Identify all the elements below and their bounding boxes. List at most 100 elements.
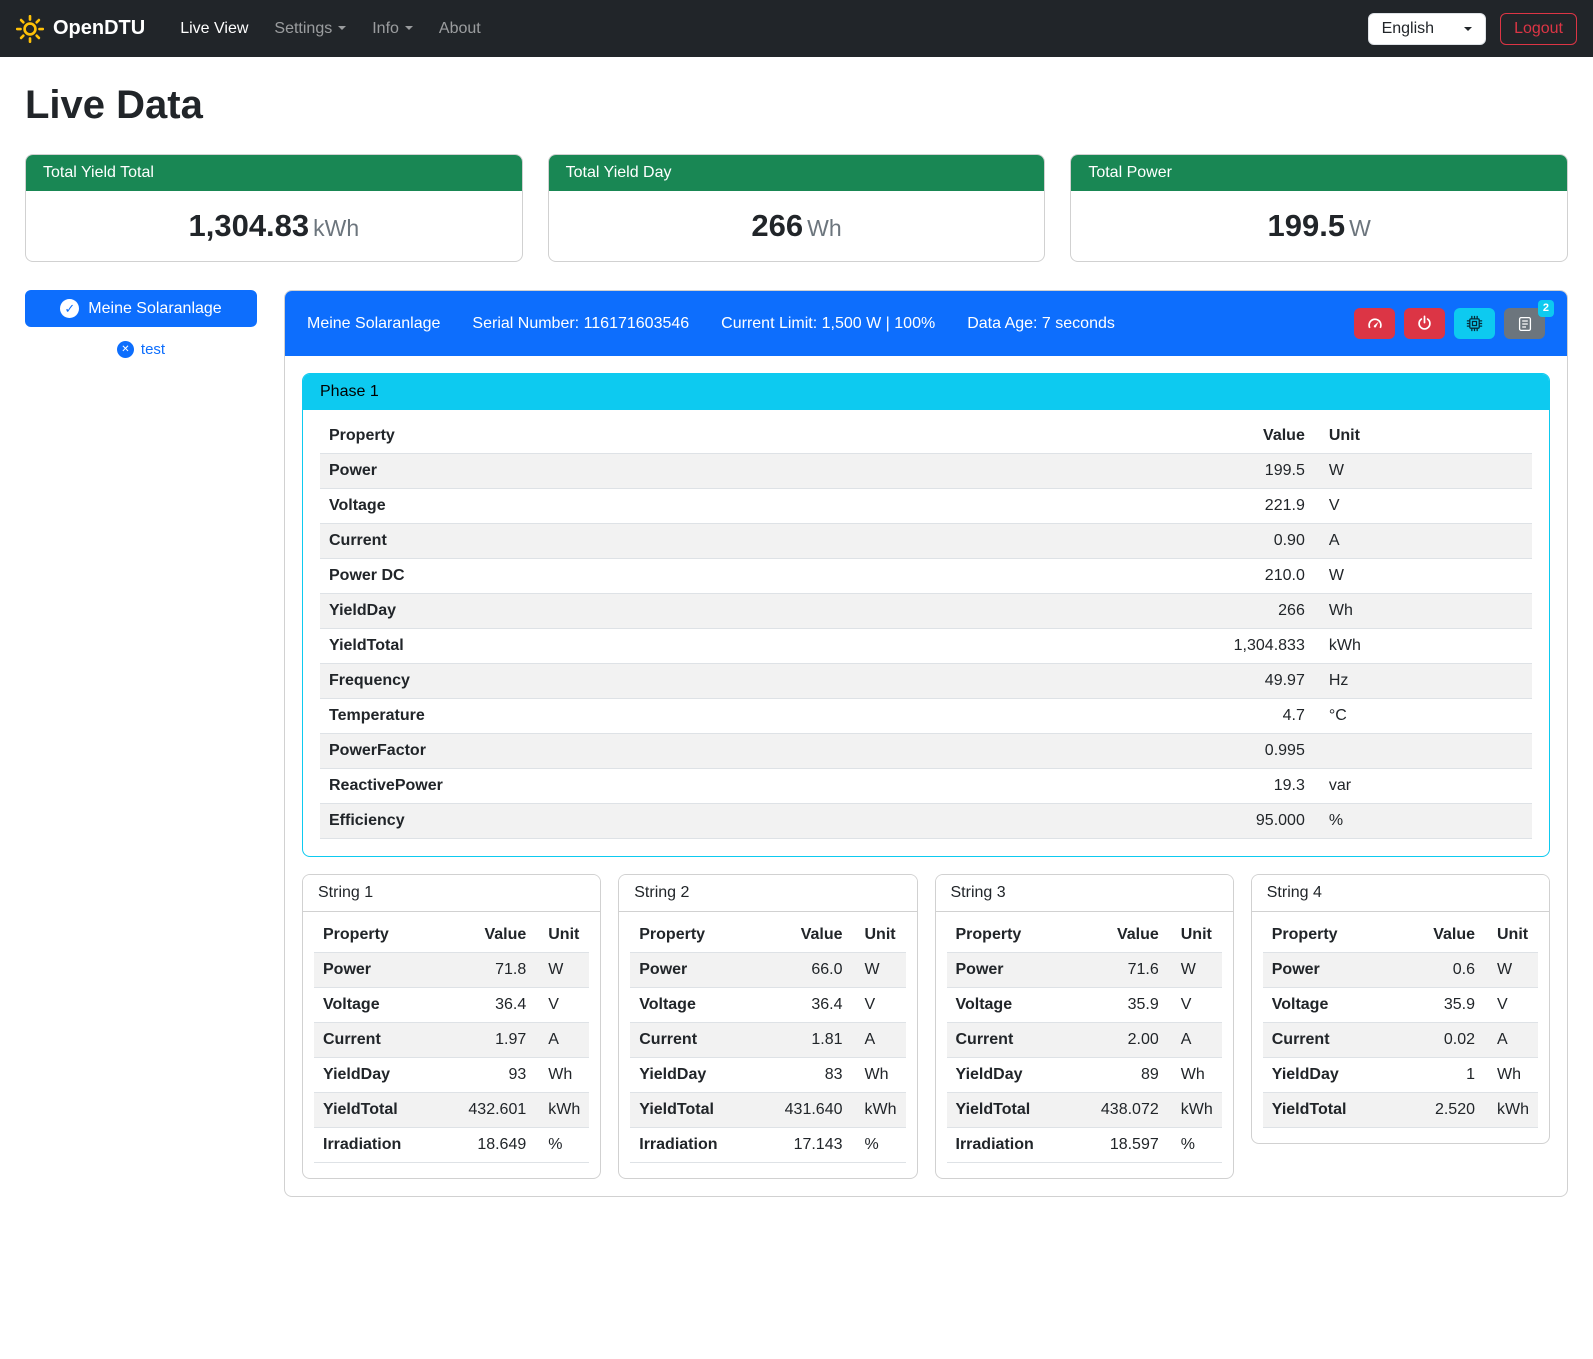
unit-cell: kWh bbox=[852, 1093, 906, 1128]
value-cell: 95.000 bbox=[1156, 804, 1314, 839]
table-row: Voltage36.4V bbox=[314, 988, 589, 1023]
inverter-serial: Serial Number: 116171603546 bbox=[472, 315, 689, 333]
inverter-select-meine-solaranlage[interactable]: ✓ Meine Solaranlage bbox=[25, 290, 257, 327]
unit-cell: % bbox=[852, 1128, 906, 1163]
table-row: Current0.02A bbox=[1263, 1023, 1538, 1058]
col-value: Value bbox=[1156, 419, 1314, 454]
property-cell: YieldTotal bbox=[314, 1093, 459, 1128]
col-property: Property bbox=[947, 918, 1092, 953]
col-property: Property bbox=[1263, 918, 1413, 953]
property-cell: YieldTotal bbox=[630, 1093, 775, 1128]
property-cell: Efficiency bbox=[320, 804, 1156, 839]
inverter-select-test[interactable]: ✕ test bbox=[25, 341, 257, 358]
unit-cell: W bbox=[535, 953, 589, 988]
sun-icon bbox=[16, 15, 44, 43]
table-row: PowerFactor0.995 bbox=[320, 734, 1532, 769]
property-cell: Voltage bbox=[320, 489, 1156, 524]
table-row: Current2.00A bbox=[947, 1023, 1222, 1058]
string-table: Property Value Unit Power66.0WVoltage36.… bbox=[630, 918, 905, 1163]
nav-item-settings[interactable]: Settings bbox=[261, 12, 359, 46]
string-body: Property Value Unit Power71.6WVoltage35.… bbox=[936, 912, 1233, 1178]
unit-cell: A bbox=[852, 1023, 906, 1058]
property-cell: Power bbox=[314, 953, 459, 988]
unit-cell: °C bbox=[1314, 699, 1532, 734]
col-value: Value bbox=[1092, 918, 1168, 953]
table-row: YieldTotal2.520kWh bbox=[1263, 1093, 1538, 1128]
summary-card-title: Total Yield Day bbox=[549, 155, 1045, 191]
value-cell: 4.7 bbox=[1156, 699, 1314, 734]
inverter-panel-body: Phase 1 Property Value Unit Power199.5WV… bbox=[285, 356, 1567, 1196]
value-cell: 35.9 bbox=[1412, 988, 1484, 1023]
property-cell: Irradiation bbox=[947, 1128, 1092, 1163]
inverter-name-label: test bbox=[141, 341, 165, 358]
table-row: Voltage36.4V bbox=[630, 988, 905, 1023]
col-unit: Unit bbox=[1168, 918, 1222, 953]
table-row: YieldDay89Wh bbox=[947, 1058, 1222, 1093]
unit-cell: kWh bbox=[1168, 1093, 1222, 1128]
col-property: Property bbox=[314, 918, 459, 953]
value-cell: 0.6 bbox=[1412, 953, 1484, 988]
phase-body: Property Value Unit Power199.5WVoltage22… bbox=[303, 410, 1549, 856]
summary-card-body: 266Wh bbox=[549, 191, 1045, 261]
brand-name: OpenDTU bbox=[53, 17, 145, 40]
summary-card-total-yield-day: Total Yield Day 266Wh bbox=[548, 154, 1046, 262]
event-log-button[interactable]: 2 bbox=[1504, 308, 1545, 339]
limit-settings-button[interactable] bbox=[1354, 308, 1395, 339]
col-property: Property bbox=[320, 419, 1156, 454]
summary-card-total-power: Total Power 199.5W bbox=[1070, 154, 1568, 262]
table-row: Power199.5W bbox=[320, 454, 1532, 489]
table-row: Voltage35.9V bbox=[1263, 988, 1538, 1023]
inverter-panel-header: Meine Solaranlage Serial Number: 1161716… bbox=[285, 291, 1567, 356]
unit-cell: Wh bbox=[1484, 1058, 1538, 1093]
property-cell: Power bbox=[630, 953, 775, 988]
logout-button[interactable]: Logout bbox=[1500, 13, 1577, 45]
value-cell: 1,304.833 bbox=[1156, 629, 1314, 664]
unit-cell: kWh bbox=[535, 1093, 589, 1128]
unit-cell: A bbox=[1314, 524, 1532, 559]
brand-logo[interactable]: OpenDTU bbox=[16, 15, 145, 43]
string-title: String 2 bbox=[619, 875, 916, 912]
value-cell: 89 bbox=[1092, 1058, 1168, 1093]
col-unit: Unit bbox=[535, 918, 589, 953]
string-title: String 3 bbox=[936, 875, 1233, 912]
language-select[interactable]: English bbox=[1368, 13, 1486, 45]
summary-card-title: Total Power bbox=[1071, 155, 1567, 191]
value-cell: 2.00 bbox=[1092, 1023, 1168, 1058]
page-title: Live Data bbox=[25, 83, 1568, 128]
nav-item-info[interactable]: Info bbox=[359, 12, 426, 46]
value-cell: 17.143 bbox=[776, 1128, 852, 1163]
property-cell: Power DC bbox=[320, 559, 1156, 594]
table-row: Frequency49.97Hz bbox=[320, 664, 1532, 699]
summary-unit: W bbox=[1349, 215, 1371, 241]
property-cell: YieldDay bbox=[947, 1058, 1092, 1093]
table-row: Power71.8W bbox=[314, 953, 589, 988]
phase-table: Property Value Unit Power199.5WVoltage22… bbox=[320, 419, 1532, 839]
unit-cell: V bbox=[1484, 988, 1538, 1023]
unit-cell: W bbox=[1168, 953, 1222, 988]
value-cell: 210.0 bbox=[1156, 559, 1314, 594]
power-button[interactable] bbox=[1404, 308, 1445, 339]
phase-title: Phase 1 bbox=[303, 374, 1549, 410]
device-info-button[interactable] bbox=[1454, 308, 1495, 339]
chevron-down-icon bbox=[1464, 27, 1472, 31]
power-icon bbox=[1416, 315, 1433, 332]
nav-item-label: Info bbox=[372, 20, 399, 37]
property-cell: Power bbox=[947, 953, 1092, 988]
string-3-card: String 3 Property Value Unit bbox=[935, 874, 1234, 1179]
string-table-body: Power66.0WVoltage36.4VCurrent1.81AYieldD… bbox=[630, 953, 905, 1163]
table-row: YieldTotal431.640kWh bbox=[630, 1093, 905, 1128]
check-circle-icon: ✓ bbox=[60, 299, 79, 318]
table-row: Efficiency95.000% bbox=[320, 804, 1532, 839]
value-cell: 199.5 bbox=[1156, 454, 1314, 489]
property-cell: YieldDay bbox=[314, 1058, 459, 1093]
property-cell: Irradiation bbox=[314, 1128, 459, 1163]
summary-unit: Wh bbox=[807, 215, 842, 241]
nav-item-live-view[interactable]: Live View bbox=[167, 12, 261, 46]
unit-cell: A bbox=[1168, 1023, 1222, 1058]
property-cell: Voltage bbox=[947, 988, 1092, 1023]
nav-item-about[interactable]: About bbox=[426, 12, 494, 46]
unit-cell: W bbox=[852, 953, 906, 988]
table-row: ReactivePower19.3var bbox=[320, 769, 1532, 804]
unit-cell: % bbox=[535, 1128, 589, 1163]
string-table: Property Value Unit Power0.6WVoltage35.9… bbox=[1263, 918, 1538, 1128]
